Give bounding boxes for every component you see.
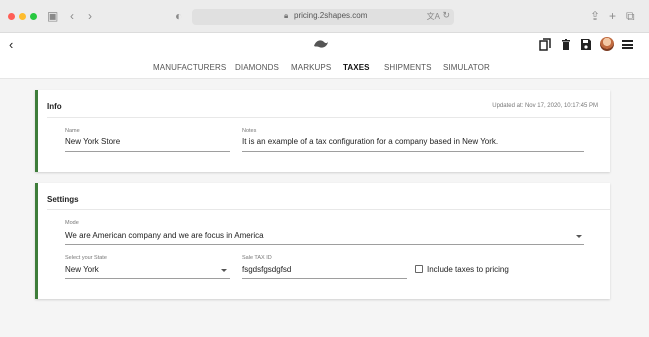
copy-icon[interactable] bbox=[539, 38, 551, 51]
notes-underline bbox=[242, 151, 584, 152]
updated-timestamp: Updated at: Nov 17, 2020, 10:17:45 PM bbox=[492, 103, 598, 109]
tab-markups[interactable]: MARKUPS bbox=[291, 63, 331, 72]
main-nav: MANUFACTURERS DIAMONDS MARKUPS TAXES SHI… bbox=[0, 59, 649, 79]
lock-icon: 🔒︎ bbox=[284, 11, 289, 20]
name-input[interactable]: New York Store bbox=[65, 137, 120, 146]
tax-id-underline bbox=[242, 278, 407, 279]
state-label: Select your State bbox=[65, 255, 107, 261]
brand-logo-icon bbox=[314, 40, 328, 48]
browser-toolbar: ▣ ‹ › ◐ 🔒︎ pricing.2shapes.com 文A ↻ ⇪ + … bbox=[0, 0, 649, 33]
tab-overview-icon[interactable]: ⧉ bbox=[626, 8, 635, 24]
back-icon[interactable]: ‹ bbox=[70, 8, 74, 24]
tab-taxes[interactable]: TAXES bbox=[343, 63, 370, 72]
include-taxes-label[interactable]: Include taxes to pricing bbox=[427, 265, 509, 274]
back-arrow-icon[interactable]: ‹ bbox=[9, 37, 13, 52]
name-underline bbox=[65, 151, 230, 152]
tax-id-input[interactable]: fsgdsfgsdgfsd bbox=[242, 265, 291, 274]
share-icon[interactable]: ⇪ bbox=[590, 8, 600, 24]
save-icon[interactable] bbox=[580, 38, 592, 51]
app-header: ‹ bbox=[0, 33, 649, 59]
close-window-button[interactable] bbox=[8, 13, 15, 20]
settings-card-title: Settings bbox=[47, 195, 79, 204]
hamburger-menu-icon[interactable] bbox=[622, 40, 633, 49]
delete-icon[interactable] bbox=[560, 38, 572, 51]
reload-icon[interactable]: ↻ bbox=[442, 10, 450, 21]
url-text: pricing.2shapes.com bbox=[294, 11, 368, 20]
info-card: Info Updated at: Nov 17, 2020, 10:17:45 … bbox=[35, 90, 610, 172]
mode-label: Mode bbox=[65, 220, 79, 226]
mode-select[interactable]: We are American company and we are focus… bbox=[65, 231, 264, 240]
forward-icon[interactable]: › bbox=[88, 8, 92, 24]
state-select[interactable]: New York bbox=[65, 265, 99, 274]
new-tab-icon[interactable]: + bbox=[609, 8, 616, 24]
include-taxes-checkbox[interactable] bbox=[415, 265, 423, 273]
chevron-down-icon[interactable] bbox=[576, 235, 582, 238]
tax-id-label: Sale TAX ID bbox=[242, 255, 272, 261]
minimize-window-button[interactable] bbox=[19, 13, 26, 20]
maximize-window-button[interactable] bbox=[30, 13, 37, 20]
user-avatar[interactable] bbox=[600, 37, 614, 51]
state-underline bbox=[65, 278, 230, 279]
chevron-down-icon[interactable] bbox=[221, 269, 227, 272]
divider bbox=[47, 209, 610, 210]
mode-underline bbox=[65, 244, 584, 245]
shield-icon[interactable]: ◐ bbox=[175, 8, 182, 24]
tab-shipments[interactable]: SHIPMENTS bbox=[384, 63, 432, 72]
info-card-title: Info bbox=[47, 102, 62, 111]
notes-input[interactable]: It is an example of a tax configuration … bbox=[242, 137, 498, 146]
tab-diamonds[interactable]: DIAMONDS bbox=[235, 63, 279, 72]
address-bar[interactable]: 🔒︎ pricing.2shapes.com 文A ↻ bbox=[192, 9, 454, 25]
sidebar-icon[interactable]: ▣ bbox=[47, 8, 58, 24]
tab-simulator[interactable]: SIMULATOR bbox=[443, 63, 490, 72]
divider bbox=[47, 117, 610, 118]
settings-card: Settings Mode We are American company an… bbox=[35, 183, 610, 299]
name-label: Name bbox=[65, 128, 80, 134]
tab-manufacturers[interactable]: MANUFACTURERS bbox=[153, 63, 226, 72]
translate-icon[interactable]: 文A bbox=[427, 11, 440, 22]
notes-label: Notes bbox=[242, 128, 257, 134]
